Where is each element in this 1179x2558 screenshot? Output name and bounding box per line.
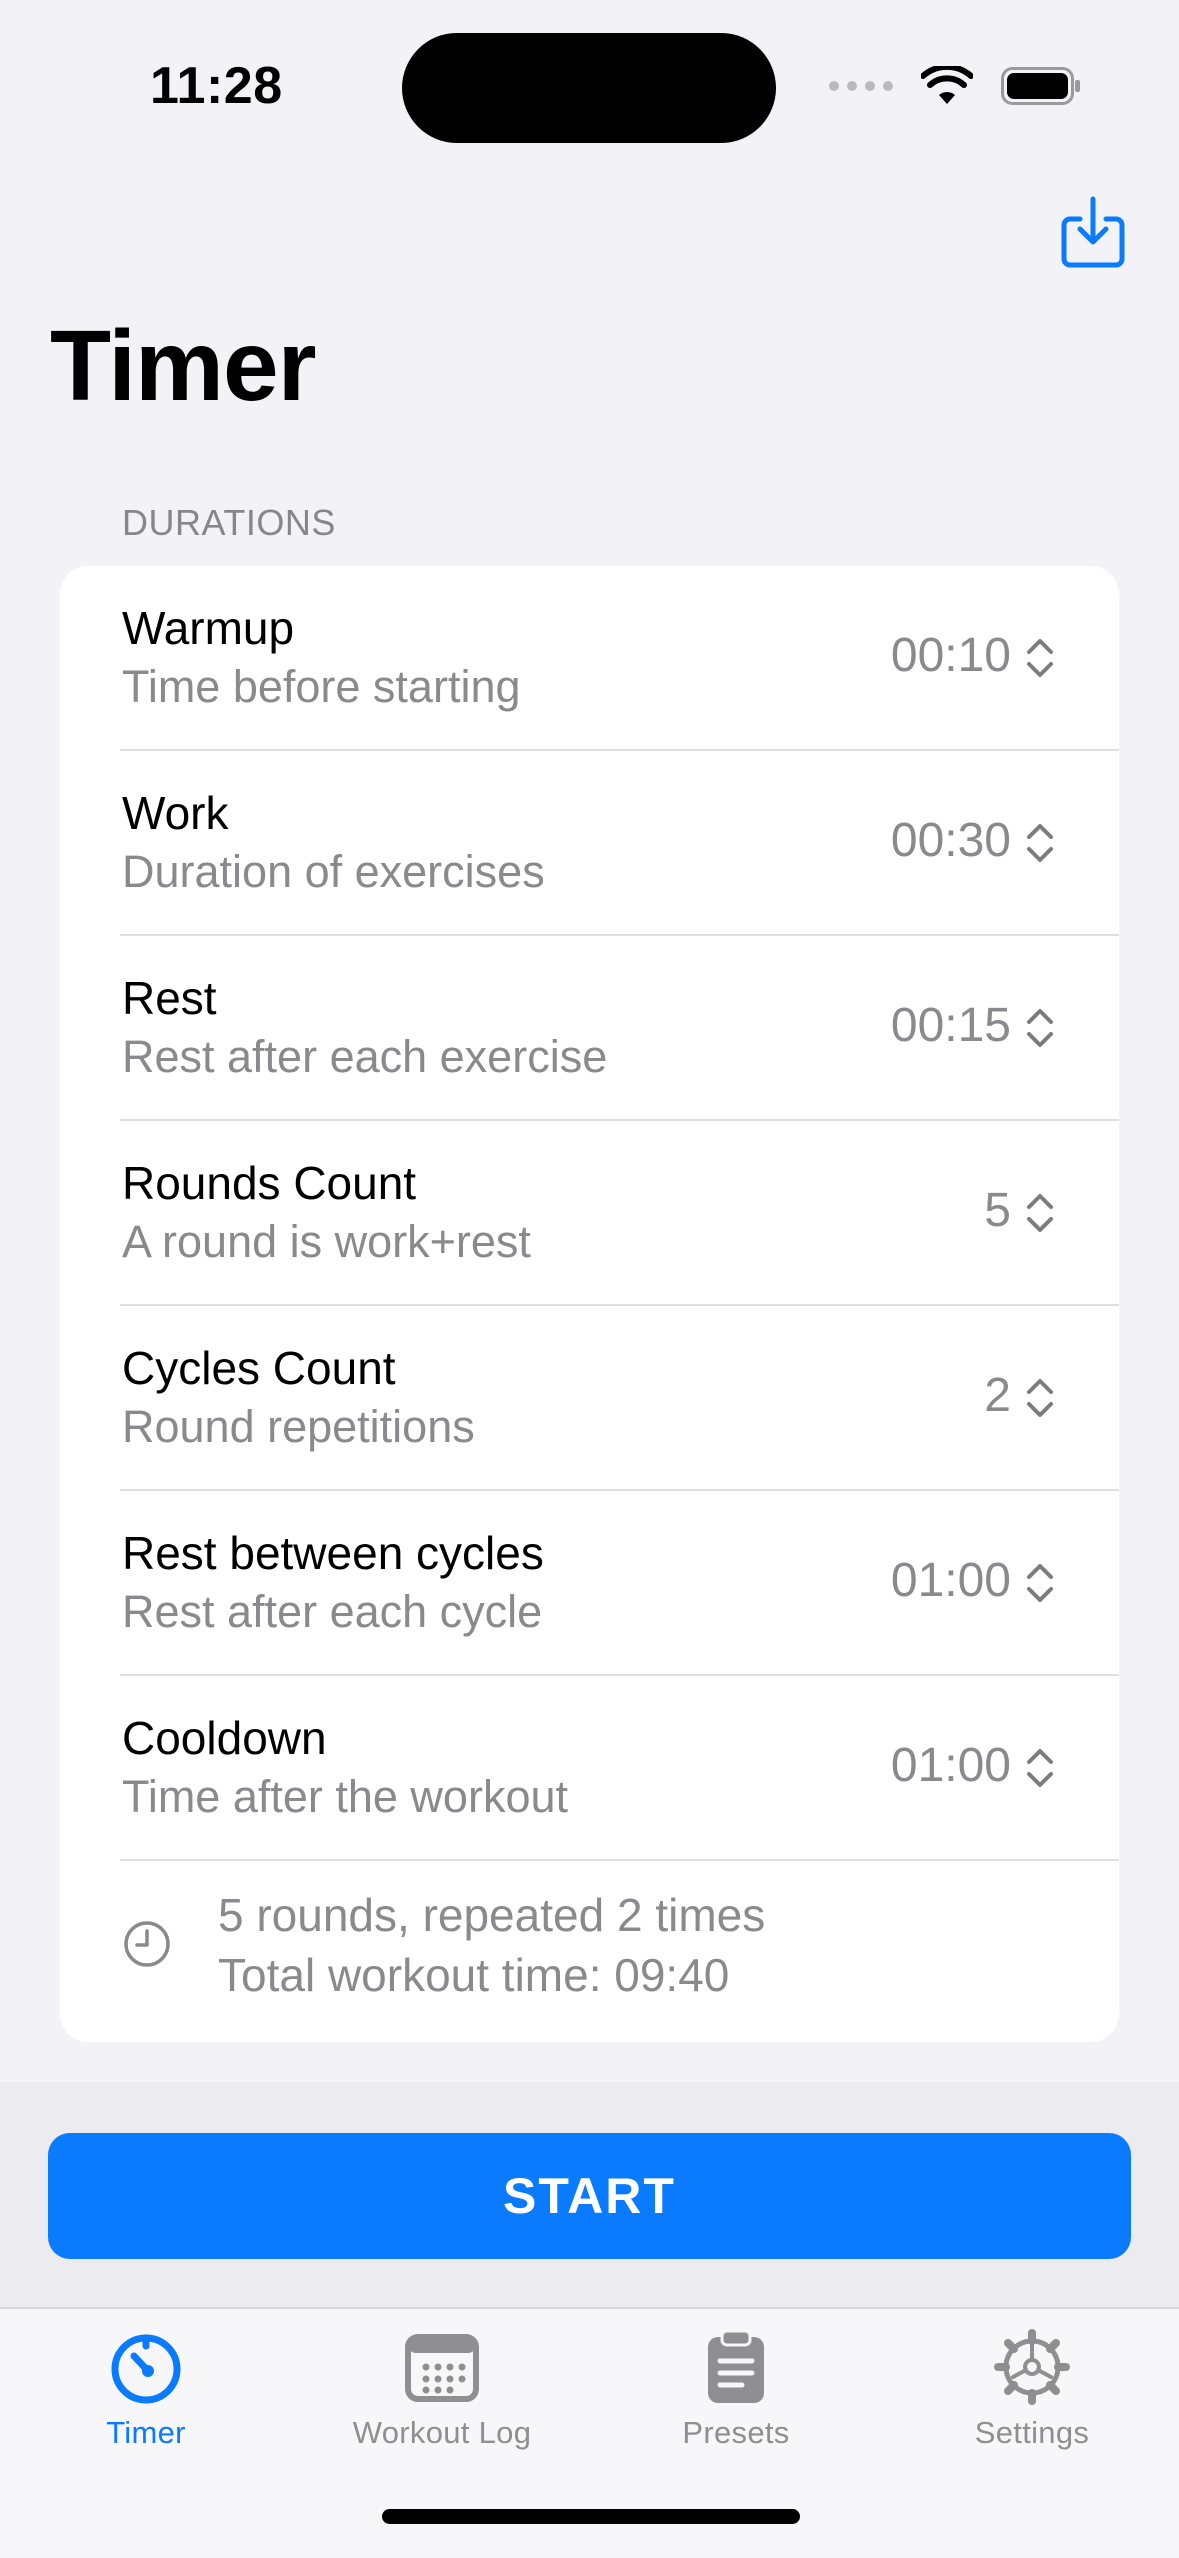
row-value: 01:00	[890, 1554, 1011, 1607]
status-time: 11:28	[150, 57, 283, 115]
up-down-chevron-icon	[1027, 1749, 1053, 1787]
home-indicator	[382, 2509, 800, 2524]
row-subtitle: Duration of exercises	[122, 846, 545, 897]
row-value: 2	[984, 1369, 1011, 1422]
up-down-chevron-icon	[1027, 1009, 1053, 1047]
row-subtitle: Time before starting	[122, 661, 521, 712]
export-button[interactable]	[1060, 195, 1126, 269]
section-header: DURATIONS	[122, 502, 336, 543]
row-title: Rest	[122, 972, 217, 1024]
row-subtitle: Time after the workout	[122, 1771, 569, 1822]
row-cooldown[interactable]: Cooldown Time after the workout 01:00	[60, 1676, 1119, 1861]
up-down-chevron-icon	[1027, 1194, 1053, 1232]
row-title: Cycles Count	[122, 1342, 396, 1394]
summary-rounds: 5 rounds, repeated 2 times	[218, 1889, 766, 1941]
up-down-chevron-icon	[1027, 1564, 1053, 1602]
wifi-icon	[921, 66, 973, 104]
clipboard-icon	[708, 2329, 764, 2403]
row-subtitle: Rest after each exercise	[122, 1031, 608, 1082]
page-title: Timer	[50, 310, 317, 422]
row-value: 00:15	[890, 999, 1011, 1052]
row-warmup[interactable]: Warmup Time before starting 00:10	[60, 566, 1119, 751]
gear-icon	[994, 2329, 1070, 2405]
row-rest-between-cycles[interactable]: Rest between cycles Rest after each cycl…	[60, 1491, 1119, 1676]
dynamic-island	[402, 33, 776, 143]
row-value: 00:10	[890, 629, 1011, 682]
clock-icon	[124, 1921, 170, 1967]
row-title: Cooldown	[122, 1712, 327, 1764]
up-down-chevron-icon	[1027, 1379, 1053, 1417]
download-tray-icon	[1061, 196, 1125, 268]
row-title: Warmup	[122, 602, 295, 654]
workout-summary: 5 rounds, repeated 2 times Total workout…	[60, 1861, 1119, 2031]
row-subtitle: Round repetitions	[122, 1401, 475, 1452]
tab-settings[interactable]: Settings	[902, 2329, 1162, 2479]
tab-label: Settings	[974, 2415, 1090, 2450]
tab-workout-log[interactable]: Workout Log	[312, 2329, 572, 2479]
up-down-chevron-icon	[1027, 639, 1053, 677]
timer-icon	[111, 2334, 181, 2404]
row-title: Rest between cycles	[122, 1527, 544, 1579]
row-value: 00:30	[890, 814, 1011, 867]
tab-label: Presets	[682, 2415, 790, 2450]
summary-total-time: Total workout time: 09:40	[218, 1949, 730, 2001]
tab-timer[interactable]: Timer	[16, 2329, 276, 2479]
row-subtitle: Rest after each cycle	[122, 1586, 543, 1637]
tab-label: Timer	[106, 2415, 186, 2450]
row-title: Work	[122, 787, 229, 839]
row-rest[interactable]: Rest Rest after each exercise 00:15	[60, 936, 1119, 1121]
row-rounds-count[interactable]: Rounds Count A round is work+rest 5	[60, 1121, 1119, 1306]
battery-icon	[1001, 67, 1080, 105]
start-button[interactable]: START	[48, 2133, 1131, 2259]
row-cycles-count[interactable]: Cycles Count Round repetitions 2	[60, 1306, 1119, 1491]
tab-label: Workout Log	[352, 2415, 532, 2450]
row-value: 01:00	[890, 1739, 1011, 1792]
up-down-chevron-icon	[1027, 824, 1053, 862]
cellular-signal-icon	[829, 81, 893, 91]
row-title: Rounds Count	[122, 1157, 417, 1209]
durations-card: Warmup Time before starting 00:10 Work D…	[60, 566, 1119, 2042]
row-work[interactable]: Work Duration of exercises 00:30	[60, 751, 1119, 936]
row-value: 5	[984, 1184, 1011, 1237]
row-subtitle: A round is work+rest	[122, 1216, 531, 1267]
status-icons	[829, 64, 1081, 108]
calendar-icon	[405, 2334, 479, 2402]
tab-presets[interactable]: Presets	[606, 2329, 866, 2479]
